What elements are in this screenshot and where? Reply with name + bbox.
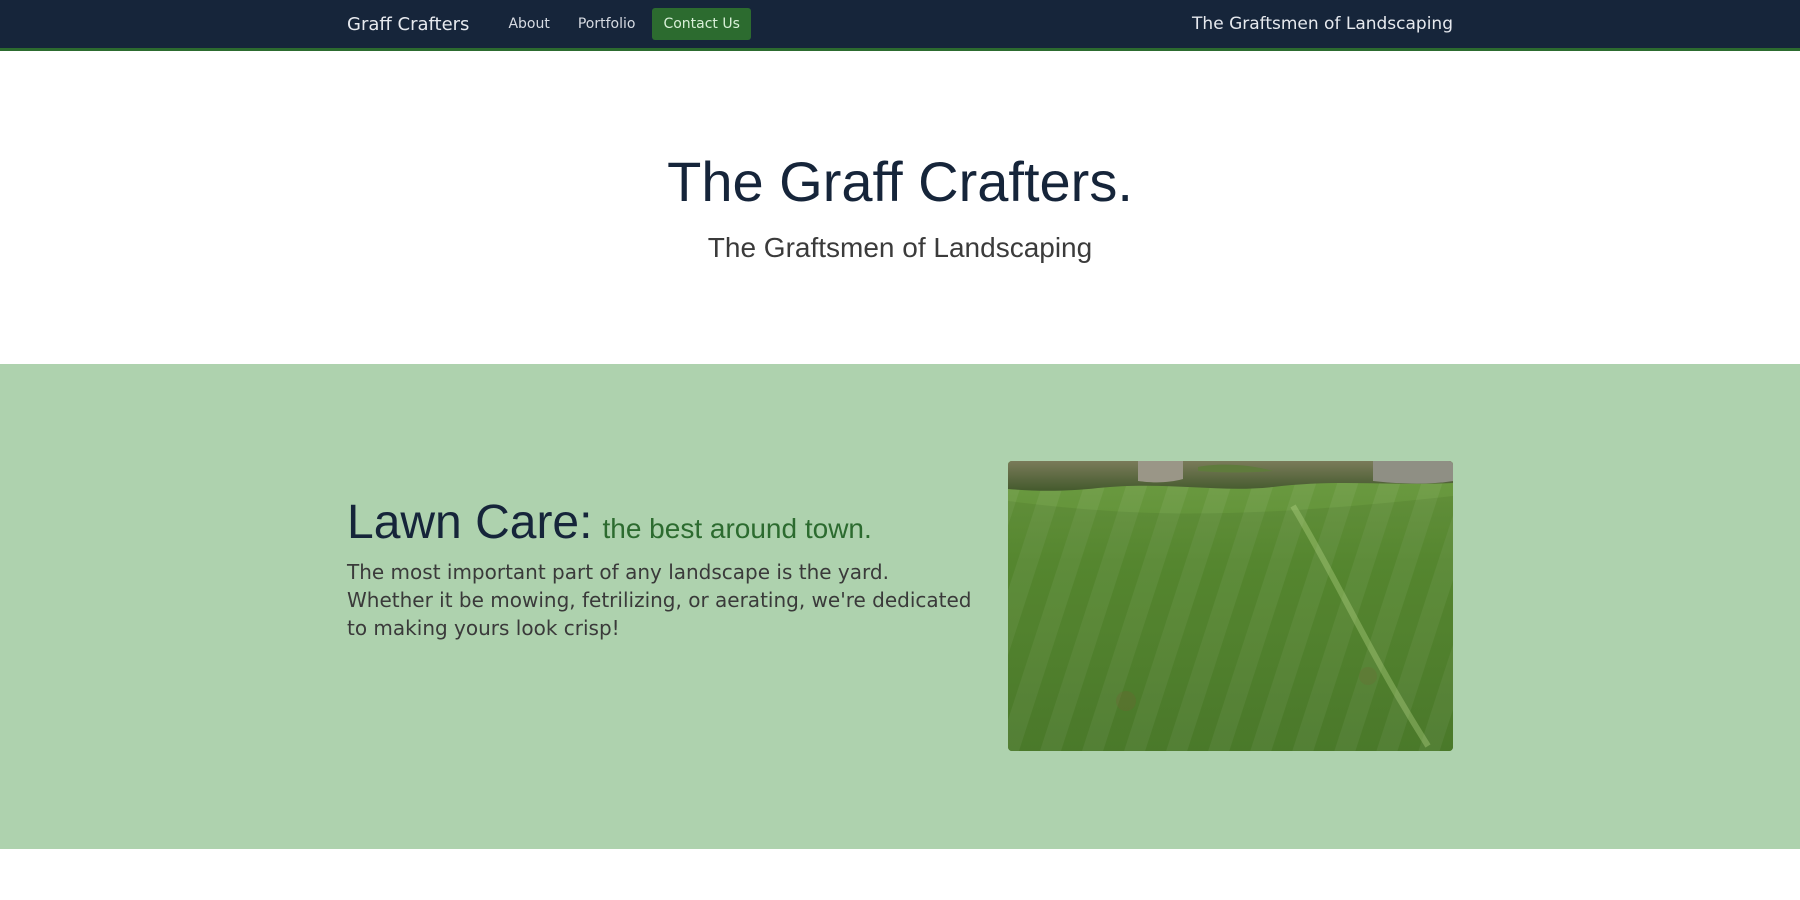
lawn-care-body: The most important part of any landscape… <box>347 560 972 641</box>
nav-links: About Portfolio Contact Us <box>497 8 751 40</box>
lawn-care-title: Lawn Care: <box>347 496 593 549</box>
lawn-care-section: Lawn Care: the best around town. The mos… <box>0 364 1800 849</box>
hero-subtitle: The Graftsmen of Landscaping <box>707 232 1093 263</box>
nav-link-contact-us[interactable]: Contact Us <box>652 8 751 40</box>
hero-title: The Graff Crafters. <box>667 150 1133 213</box>
nav-link-about[interactable]: About <box>497 9 560 39</box>
nav-link-portfolio[interactable]: Portfolio <box>567 9 647 39</box>
lawn-photo <box>1008 461 1453 751</box>
hero-section: The Graff Crafters. The Graftsmen of Lan… <box>0 51 1800 364</box>
bottom-spacer <box>0 849 1800 900</box>
brand-link[interactable]: Graff Crafters <box>347 14 469 35</box>
lawn-care-container: Lawn Care: the best around town. The mos… <box>347 364 1453 849</box>
navbar-container: Graff Crafters About Portfolio Contact U… <box>347 0 1453 48</box>
lawn-care-heading: Lawn Care: the best around town. <box>347 496 977 549</box>
lawn-care-text: Lawn Care: the best around town. The mos… <box>347 496 977 642</box>
top-navbar: Graff Crafters About Portfolio Contact U… <box>0 0 1800 51</box>
lawn-care-tagline: the best around town. <box>602 513 872 544</box>
navbar-tagline: The Graftsmen of Landscaping <box>1192 14 1453 34</box>
